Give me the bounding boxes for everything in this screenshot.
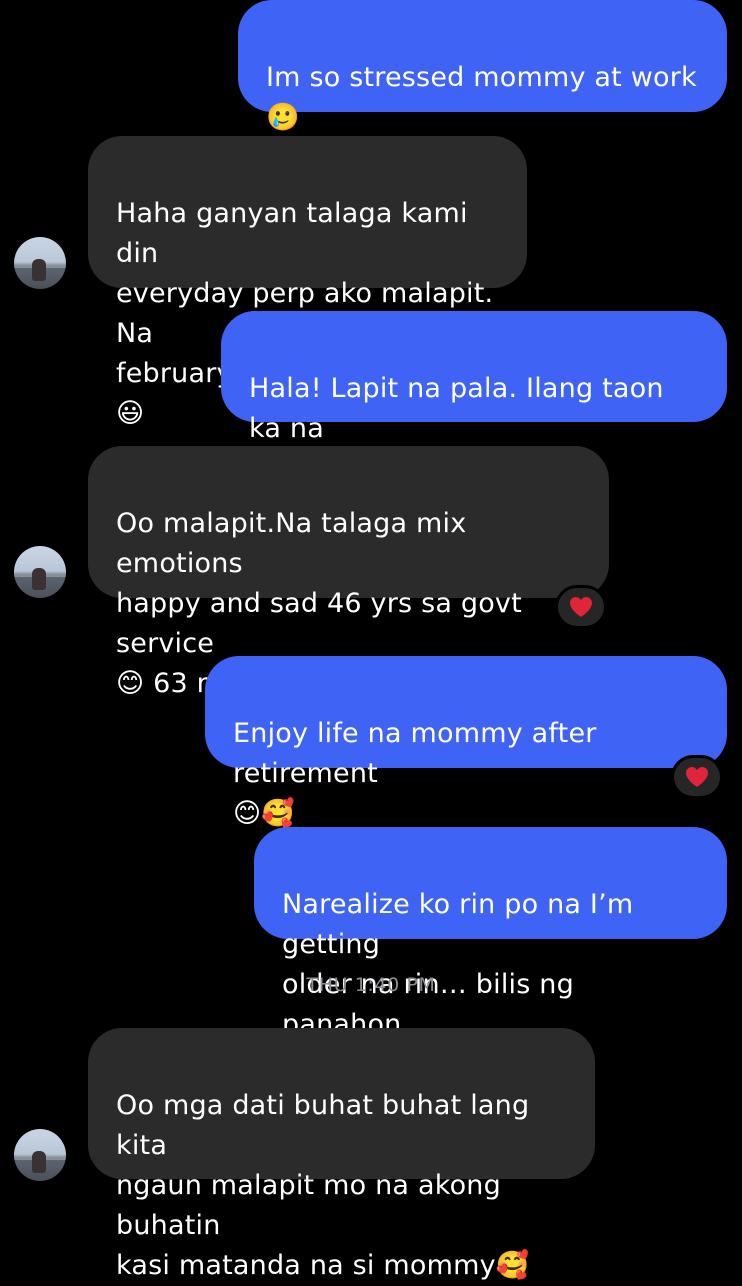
heart-icon (686, 767, 708, 787)
message-text: Enjoy life na mommy after retirement 😊🥰 (233, 718, 597, 829)
message-bubble-incoming[interactable]: Oo malapit.Na talaga mix emotions happy … (88, 446, 609, 699)
reaction-badge[interactable] (555, 585, 607, 629)
message-bubble-outgoing[interactable]: Hala! Lapit na pala. Ilang taon ka na ba… (221, 311, 727, 484)
heart-icon (570, 597, 592, 617)
message-bubble-incoming[interactable]: Oo mga dati buhat buhat lang kita ngaun … (88, 1028, 595, 1281)
contact-avatar[interactable] (14, 1129, 66, 1181)
message-timestamp: THU 1:40 PM (306, 974, 436, 996)
message-text: Narealize ko rin po na I’m getting older… (282, 889, 634, 1040)
contact-avatar[interactable] (14, 546, 66, 598)
message-bubble-outgoing[interactable]: Enjoy life na mommy after retirement 😊🥰 (205, 656, 727, 829)
reaction-badge[interactable] (671, 755, 723, 799)
message-bubble-incoming[interactable]: Haha ganyan talaga kami din everyday per… (88, 136, 527, 429)
message-bubble-outgoing[interactable]: Narealize ko rin po na I’m getting older… (254, 827, 727, 1040)
contact-avatar[interactable] (14, 237, 66, 289)
message-text: Oo mga dati buhat buhat lang kita ngaun … (116, 1090, 530, 1281)
message-bubble-outgoing[interactable]: Im so stressed mommy at work 🥲 😆 (238, 0, 727, 173)
